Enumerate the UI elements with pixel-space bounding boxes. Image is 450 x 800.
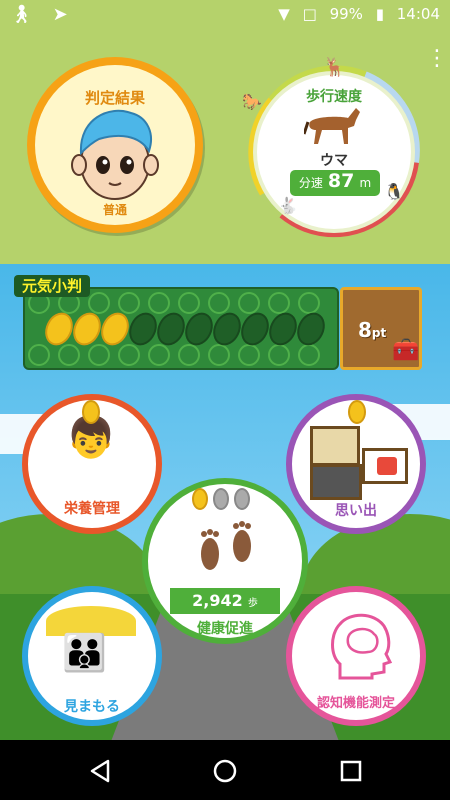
- health-label: 健康促進: [197, 621, 253, 637]
- judgement-button[interactable]: 判定結果 普通: [27, 57, 203, 233]
- photo-icon: [310, 464, 362, 500]
- koban-coin-empty: [297, 312, 325, 346]
- koban-coin-filled: [101, 312, 129, 346]
- koban-coin-filled: [45, 312, 73, 346]
- speed-value: 87: [327, 170, 355, 192]
- walking-icon: 🚶︎: [10, 4, 33, 25]
- footprints-icon: [201, 521, 251, 570]
- walking-speed-value-box: 分速 87 m: [290, 170, 380, 196]
- parent-child-icon: 👪: [62, 633, 107, 674]
- koban-coin-icon: [192, 488, 208, 510]
- battery-percent: 99%: [329, 5, 363, 23]
- app-notification-icon: ➤: [52, 4, 68, 25]
- koban-coin-empty-icon: [234, 488, 251, 510]
- walking-speed-title: 歩行速度: [306, 89, 362, 105]
- status-left-icons: 🚶︎ ➤: [10, 4, 82, 25]
- step-count: 2,942: [192, 591, 243, 610]
- rabbit-icon: 🐇: [278, 196, 298, 215]
- health-coins: [192, 488, 251, 514]
- watch-button[interactable]: 👪 見まもる: [22, 586, 162, 726]
- clock: 14:04: [396, 5, 440, 23]
- treasure-chest-icon: 🧰: [392, 338, 420, 363]
- navigation-bar: [0, 740, 450, 800]
- deer-icon: 🦌: [323, 57, 346, 78]
- judgement-inner: 判定結果 普通: [35, 65, 195, 225]
- memories-label: 思い出: [335, 503, 377, 519]
- status-right: ▼ □ 99% ▮ 14:04: [270, 5, 440, 23]
- penguin-icon: 🐧: [384, 182, 404, 201]
- nutrition-label: 栄養管理: [64, 501, 120, 517]
- koban-coin-empty: [185, 312, 213, 346]
- speed-prefix: 分速: [298, 176, 323, 190]
- walking-speed-animal: ウマ: [320, 153, 348, 169]
- cognitive-label: 認知機能測定: [316, 696, 395, 711]
- koban-pattern: [28, 292, 325, 366]
- koban-coin-empty: [269, 312, 297, 346]
- brain-head-icon: [331, 613, 392, 680]
- speed-unit: m: [359, 176, 372, 190]
- koban-strip: [23, 287, 339, 370]
- recents-icon[interactable]: [338, 758, 364, 784]
- no-sim-icon: □: [302, 5, 317, 23]
- battery-icon: ▮: [375, 5, 384, 23]
- koban-coin-icon: [82, 400, 100, 424]
- step-unit: 歩: [247, 598, 258, 609]
- cognitive-button[interactable]: 認知機能測定: [286, 586, 426, 726]
- koban-coin-empty: [213, 312, 241, 346]
- points-unit: pt: [371, 326, 387, 340]
- koban-coin-empty: [241, 312, 269, 346]
- koban-coin-icon: [348, 400, 366, 424]
- watch-label: 見まもる: [64, 699, 120, 715]
- back-icon[interactable]: [88, 758, 114, 784]
- home-icon[interactable]: [212, 758, 238, 784]
- status-bar: 🚶︎ ➤ ▼ □ 99% ▮ 14:04: [0, 0, 450, 32]
- video-play-icon: [362, 448, 408, 484]
- step-count-bar: 2,942 歩: [170, 588, 280, 614]
- points-number: 8: [358, 318, 372, 342]
- overflow-menu-icon[interactable]: ⋮: [426, 48, 448, 70]
- horse-icon: [304, 108, 360, 144]
- points-value: 8pt: [358, 318, 386, 342]
- music-note-icon: [310, 426, 360, 466]
- wifi-icon: ▼: [278, 5, 290, 23]
- judgement-result: 普通: [102, 203, 127, 217]
- koban-coin-empty: [157, 312, 185, 346]
- koban-coin-empty: [129, 312, 157, 346]
- small-horse-icon: 🐎: [242, 92, 262, 111]
- character-face-icon: [71, 109, 159, 200]
- koban-coin-empty-icon: [213, 488, 230, 510]
- koban-coin-filled: [73, 312, 101, 346]
- genki-koban-label: 元気小判: [14, 275, 91, 297]
